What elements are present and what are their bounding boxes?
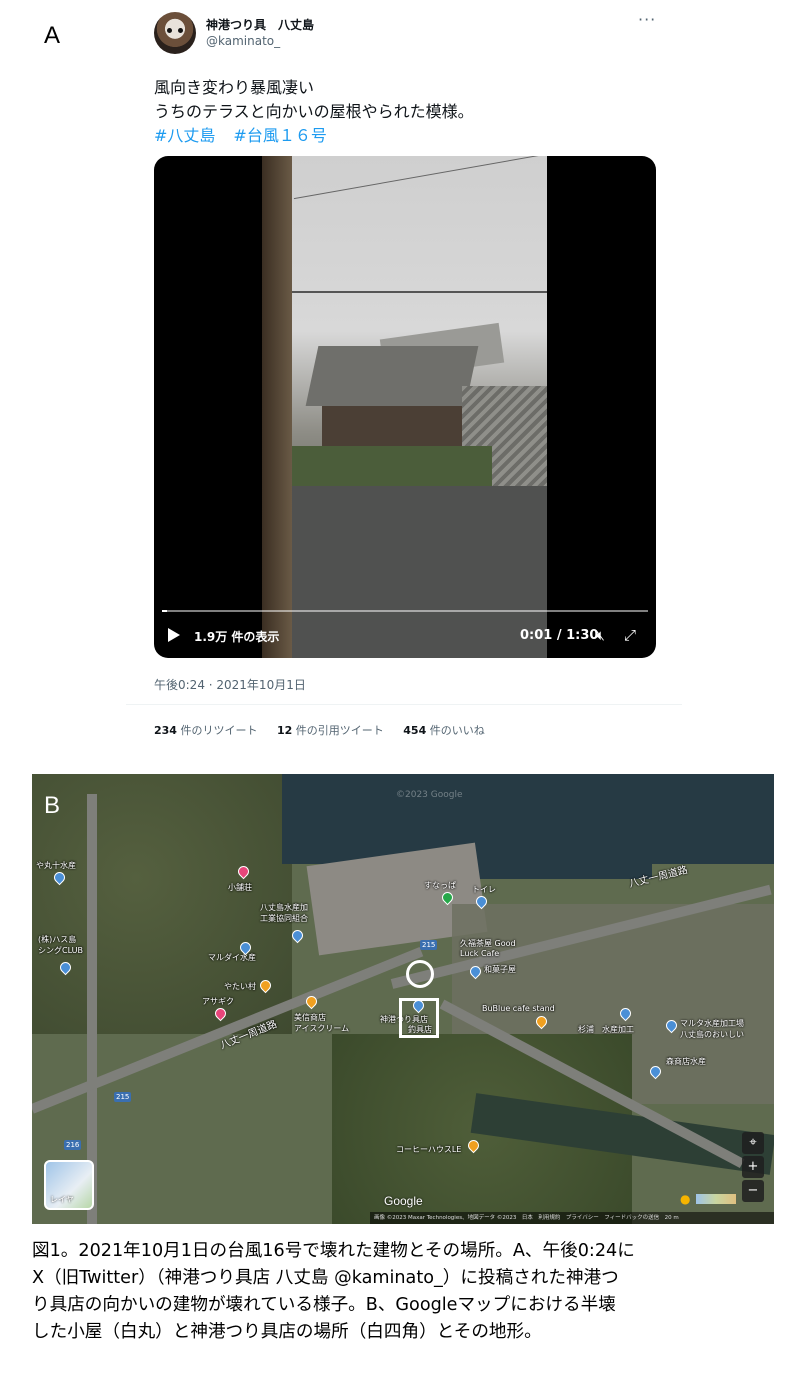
map-label[interactable]: コーヒーハウスLE	[396, 1144, 461, 1155]
tweet-text-line: 風向き変わり暴風凄い	[154, 78, 315, 97]
compass-icon[interactable]: ⌖	[742, 1132, 764, 1154]
zoom-in-button[interactable]: +	[742, 1156, 764, 1178]
ellipsis-icon[interactable]: ···	[638, 10, 656, 29]
tweet-card: 神港つり具 八丈島 @kaminato_ ··· 風向き変わり暴風凄い うちのテ…	[126, 0, 682, 748]
hashtag-link[interactable]: #台風１６号	[233, 126, 326, 145]
caption-line: した小屋（白丸）と神港つり具店の場所（白四角）とその地形。	[32, 1322, 542, 1342]
video-controls: 1.9万 件の表示 0:01 / 1:30 🔇︎ ⤢	[154, 606, 656, 658]
tweet-stats: 234 件のリツイート 12 件の引用ツイート 454 件のいいね	[154, 722, 501, 738]
map-label[interactable]: 八丈島水産加 工業協同組合	[260, 902, 308, 924]
caption-line: X（旧Twitter）（神港つり具店 八丈島 @kaminato_）に投稿された…	[32, 1268, 619, 1288]
fullscreen-icon[interactable]: ⤢	[624, 626, 636, 644]
map-label[interactable]: マルタ水産加工場 八丈島のおいしい	[680, 1018, 744, 1040]
divider	[126, 704, 682, 705]
shop-location-marker	[399, 998, 439, 1038]
panel-b-label: B	[44, 792, 61, 819]
map-label[interactable]: 久福茶屋 Good Luck Cafe	[460, 938, 516, 958]
half-collapsed-shed-marker	[406, 960, 434, 988]
satellite-map[interactable]: ©2023 Google や丸十水産 (株)ハス島 シングCLUB 小舗荘 八丈…	[32, 774, 774, 1224]
layers-label: レイヤ	[50, 1195, 74, 1204]
pegman-icon[interactable]: ●	[680, 1192, 690, 1206]
panel-a-label: A	[44, 22, 61, 49]
zoom-out-button[interactable]: −	[742, 1180, 764, 1202]
tweet-date[interactable]: 午後0:24 · 2021年10月1日	[154, 676, 306, 693]
place-pin-icon[interactable]	[289, 927, 306, 944]
avatar[interactable]	[154, 12, 196, 54]
like-stat[interactable]: 454 件のいいね	[403, 724, 484, 737]
video-player[interactable]: 1.9万 件の表示 0:01 / 1:30 🔇︎ ⤢	[154, 156, 656, 658]
route-badge: 215	[420, 940, 438, 950]
map-label[interactable]: アサギク	[202, 996, 234, 1007]
map-label[interactable]: や丸十水産	[36, 860, 76, 871]
route-badge: 216	[64, 1140, 82, 1150]
tweet-text-line: うちのテラスと向かいの屋根やられた模様。	[154, 102, 474, 121]
map-label[interactable]: 森商店水産	[666, 1056, 706, 1067]
figure-caption: 図1。2021年10月1日の台風16号で壊れた建物とその場所。A、午後0:24に…	[32, 1238, 782, 1346]
caption-line: 図1。2021年10月1日の台風16号で壊れた建物とその場所。A、午後0:24に	[32, 1241, 635, 1261]
map-label: 和菓子屋	[484, 965, 516, 974]
map-attribution[interactable]: 画像 ©2023 Maxar Technologies、地図データ ©2023 …	[370, 1212, 774, 1224]
author-handle[interactable]: @kaminato_	[206, 34, 280, 48]
map-watermark: ©2023 Google	[396, 790, 463, 800]
map-label[interactable]: トイレ	[472, 884, 496, 895]
caption-line: り具店の向かいの建物が壊れている様子。B、Googleマップにおける半壊	[32, 1295, 616, 1315]
video-time: 0:01 / 1:30	[520, 628, 599, 643]
google-logo: Google	[384, 1194, 423, 1208]
mute-icon[interactable]: 🔇︎	[596, 628, 605, 644]
map-label[interactable]: 小舗荘	[228, 882, 252, 893]
play-icon[interactable]	[168, 628, 180, 642]
imagery-thumbnails[interactable]	[696, 1194, 736, 1204]
map-label[interactable]: 杉浦 水産加工	[578, 1024, 634, 1035]
hashtag-link[interactable]: #八丈島	[154, 126, 215, 145]
view-count: 1.9万 件の表示	[194, 630, 280, 644]
map-label[interactable]: (株)ハス島 シングCLUB	[38, 934, 83, 956]
zoom-controls: ⌖ + −	[742, 1132, 764, 1222]
hashtags: #八丈島 #台風１６号	[154, 122, 345, 146]
map-label[interactable]: 美信商店 アイスクリーム	[294, 1012, 349, 1034]
map-label[interactable]: BuBlue cafe stand	[482, 1004, 555, 1013]
map-label[interactable]: すなっぱ	[424, 880, 456, 891]
map-label[interactable]: やたい村	[224, 981, 256, 992]
video-progress-bar[interactable]	[162, 610, 648, 612]
video-progress-fill	[162, 610, 168, 612]
layers-button[interactable]: レイヤ	[44, 1160, 94, 1210]
retweet-stat[interactable]: 234 件のリツイート	[154, 724, 257, 737]
quote-stat[interactable]: 12 件の引用ツイート	[277, 724, 384, 737]
route-badge: 215	[114, 1092, 132, 1102]
video-frame	[262, 156, 547, 658]
author-name[interactable]: 神港つり具 八丈島	[206, 16, 314, 33]
map-label[interactable]: マルダイ水産	[208, 952, 256, 963]
